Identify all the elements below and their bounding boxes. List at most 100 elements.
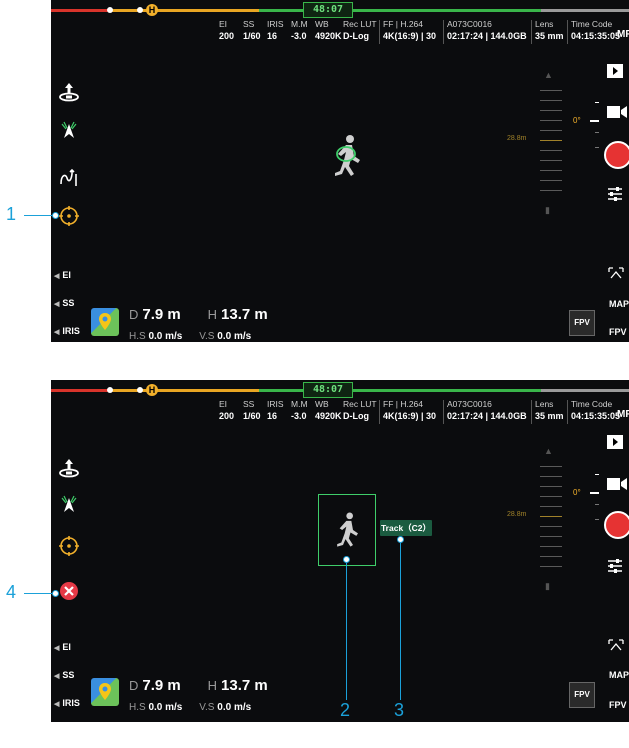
callout-4: 4 <box>6 582 17 602</box>
d-prefix: D <box>129 307 139 322</box>
gimbal-slider[interactable] <box>590 474 600 534</box>
iris-text: IRIS <box>62 326 80 336</box>
param-label: Rec LUT <box>343 19 377 29</box>
takeoff-land-icon[interactable] <box>57 80 81 104</box>
map-thumbnail[interactable] <box>91 678 119 706</box>
fpv-minimap[interactable]: FPV <box>569 682 595 708</box>
hs-prefix: H.S <box>129 331 146 342</box>
speed-readout: H.S 0.0 m/s V.S 0.0 m/s <box>129 697 251 715</box>
vs-value: 0.0 m/s <box>217 331 252 342</box>
focus-mode-mf[interactable]: MF <box>617 409 629 420</box>
param-value[interactable]: 1/60 <box>243 410 261 423</box>
focus-track-icon[interactable] <box>57 204 81 228</box>
gimbal-recenter-icon[interactable] <box>607 638 629 657</box>
settings-sliders-icon[interactable] <box>607 558 629 579</box>
video-mode-icon[interactable] <box>607 477 629 496</box>
cancel-track-icon[interactable] <box>57 579 81 603</box>
map-toggle[interactable]: MAP <box>609 670 629 680</box>
iris-side-label[interactable]: ◀ IRIS <box>54 698 80 708</box>
param-value[interactable]: 02:17:24 | 144.0GB <box>447 30 527 43</box>
hs-value: 0.0 m/s <box>148 331 183 342</box>
flight-route-icon[interactable] <box>57 166 81 190</box>
callout-3: 3 <box>394 700 405 720</box>
fpv-minimap[interactable]: FPV <box>569 310 595 336</box>
ss-text: SS <box>62 670 75 680</box>
param-value[interactable]: D-Log <box>343 410 377 423</box>
screen-top: H 48:07 EI 200 SS 1/60 IRIS 16 M.M -3.0 WB 49… <box>51 0 629 342</box>
altitude-top-icon: ▲ <box>544 70 553 80</box>
param-label: A073C0016 <box>447 399 492 409</box>
distance-readout: D 7.9 m H 13.7 m <box>129 677 268 695</box>
ss-side-label[interactable]: ◀ SS <box>54 670 74 680</box>
h-value: 13.7 m <box>221 677 268 694</box>
ei-side-label[interactable]: ◀ EI <box>54 642 71 652</box>
iris-side-label[interactable]: ◀ IRIS <box>54 326 80 336</box>
param-value[interactable]: D-Log <box>343 30 377 43</box>
video-mode-icon[interactable] <box>607 105 629 124</box>
altitude-value: 28.8m <box>507 135 527 142</box>
callout-2: 2 <box>340 700 351 720</box>
gimbal-angle: 0° <box>573 488 581 497</box>
rth-icon[interactable] <box>57 120 81 144</box>
param-label: SS <box>243 19 255 29</box>
param-value[interactable]: 4K(16:9) | 30 <box>383 30 436 43</box>
param-value[interactable]: 4920K <box>315 410 342 423</box>
focus-track-icon[interactable] <box>57 534 81 558</box>
map-toggle[interactable]: MAP <box>609 299 629 309</box>
param-value[interactable]: 04:15:35:05 <box>571 30 620 43</box>
home-marker: H <box>146 4 158 16</box>
record-button[interactable] <box>604 511 629 539</box>
hs-value: 0.0 m/s <box>148 702 183 713</box>
param-value[interactable]: 4K(16:9) | 30 <box>383 410 436 423</box>
param-value[interactable]: 35 mm <box>535 410 564 423</box>
record-button[interactable] <box>604 141 629 169</box>
param-value[interactable]: 02:17:24 | 144.0GB <box>447 410 527 423</box>
param-value[interactable]: 04:15:35:05 <box>571 410 620 423</box>
settings-sliders-icon[interactable] <box>607 186 629 207</box>
d-prefix: D <box>129 678 139 693</box>
param-label: FF | H.264 <box>383 19 423 29</box>
param-value[interactable]: 16 <box>267 410 284 423</box>
callout-4-dot <box>52 590 59 597</box>
subject-person[interactable] <box>330 134 366 183</box>
param-value[interactable]: 16 <box>267 30 284 43</box>
h-prefix: H <box>207 307 218 322</box>
playback-icon[interactable] <box>607 64 629 83</box>
ss-side-label[interactable]: ◀ SS <box>54 298 74 308</box>
rth-icon[interactable] <box>57 494 81 518</box>
gimbal-slider[interactable] <box>590 102 600 162</box>
vs-prefix: V.S <box>199 331 215 342</box>
altitude-value: 28.8m <box>507 511 527 518</box>
param-value[interactable]: 200 <box>219 30 234 43</box>
param-value[interactable]: -3.0 <box>291 30 308 43</box>
param-label: M.M <box>291 399 308 409</box>
track-label[interactable]: Track（C2） <box>380 520 432 536</box>
param-value[interactable]: 35 mm <box>535 30 564 43</box>
param-label: Time Code <box>571 19 613 29</box>
altitude-scale: ▲ ▮ <box>538 436 562 596</box>
param-label: SS <box>243 399 255 409</box>
fpv-toggle[interactable]: FPV <box>609 700 627 710</box>
gimbal-recenter-icon[interactable] <box>607 266 629 285</box>
takeoff-land-icon[interactable] <box>57 456 81 480</box>
focus-mode-mf[interactable]: MF <box>617 29 629 40</box>
home-marker: H <box>146 384 158 396</box>
param-value[interactable]: -3.0 <box>291 410 308 423</box>
altitude-bottom-icon: ▮ <box>545 581 550 591</box>
d-value: 7.9 m <box>142 306 181 323</box>
playback-icon[interactable] <box>607 435 629 454</box>
callout-2-line <box>346 562 347 700</box>
param-value[interactable]: 200 <box>219 410 234 423</box>
ss-text: SS <box>62 298 75 308</box>
callout-1-line <box>24 215 54 216</box>
callout-4-line <box>24 593 54 594</box>
param-value[interactable]: 4920K <box>315 30 342 43</box>
param-value[interactable]: 1/60 <box>243 30 261 43</box>
param-label: A073C0016 <box>447 19 492 29</box>
map-thumbnail[interactable] <box>91 308 119 336</box>
param-label: Rec LUT <box>343 399 377 409</box>
ei-side-label[interactable]: ◀ EI <box>54 270 71 280</box>
param-label: EI <box>219 19 228 29</box>
altitude-scale: ▲ ▮ <box>538 60 562 220</box>
fpv-toggle[interactable]: FPV <box>609 327 627 337</box>
